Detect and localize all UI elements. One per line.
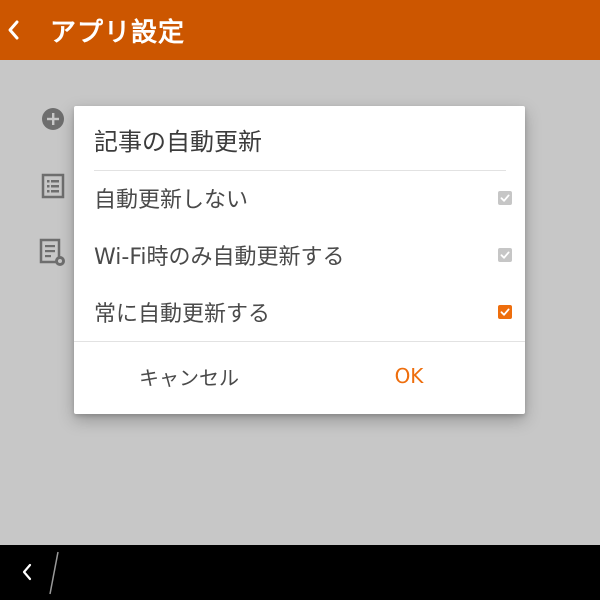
option-no-auto-update[interactable]: 自動更新しない xyxy=(74,170,525,226)
ok-button[interactable]: OK xyxy=(334,354,484,398)
page-title: アプリ設定 xyxy=(50,17,186,48)
system-nav-bar xyxy=(0,545,600,600)
nav-back-button[interactable] xyxy=(12,557,42,587)
checkbox-checked-icon[interactable] xyxy=(498,305,512,319)
add-circle-icon xyxy=(38,104,68,134)
chevron-left-icon xyxy=(8,20,19,40)
dialog-title: 記事の自動更新 xyxy=(94,128,262,156)
app-bar: アプリ設定 xyxy=(0,0,600,60)
auto-update-dialog: 記事の自動更新 自動更新しない Wi-Fi時のみ自動更新する 常に自動更新する xyxy=(74,106,525,414)
option-label: 常に自動更新する xyxy=(94,302,271,327)
checkbox-icon[interactable] xyxy=(498,248,512,262)
back-icon xyxy=(22,563,32,581)
option-label: 自動更新しない xyxy=(94,188,249,213)
option-label: Wi-Fi時のみ自動更新する xyxy=(94,245,345,270)
checkbox-icon[interactable] xyxy=(498,191,512,205)
list-icon xyxy=(38,171,68,201)
option-always-auto-update[interactable]: 常に自動更新する xyxy=(74,284,525,340)
divider xyxy=(49,551,59,595)
screen: アプリ設定 記事の自動更新 自動更新しない Wi-Fi時のみ自動更新する 常に自… xyxy=(0,0,600,600)
document-settings-icon xyxy=(38,238,68,268)
cancel-button[interactable]: キャンセル xyxy=(114,354,264,398)
back-button[interactable] xyxy=(0,0,26,60)
option-wifi-only[interactable]: Wi-Fi時のみ自動更新する xyxy=(74,227,525,283)
divider xyxy=(74,341,525,342)
